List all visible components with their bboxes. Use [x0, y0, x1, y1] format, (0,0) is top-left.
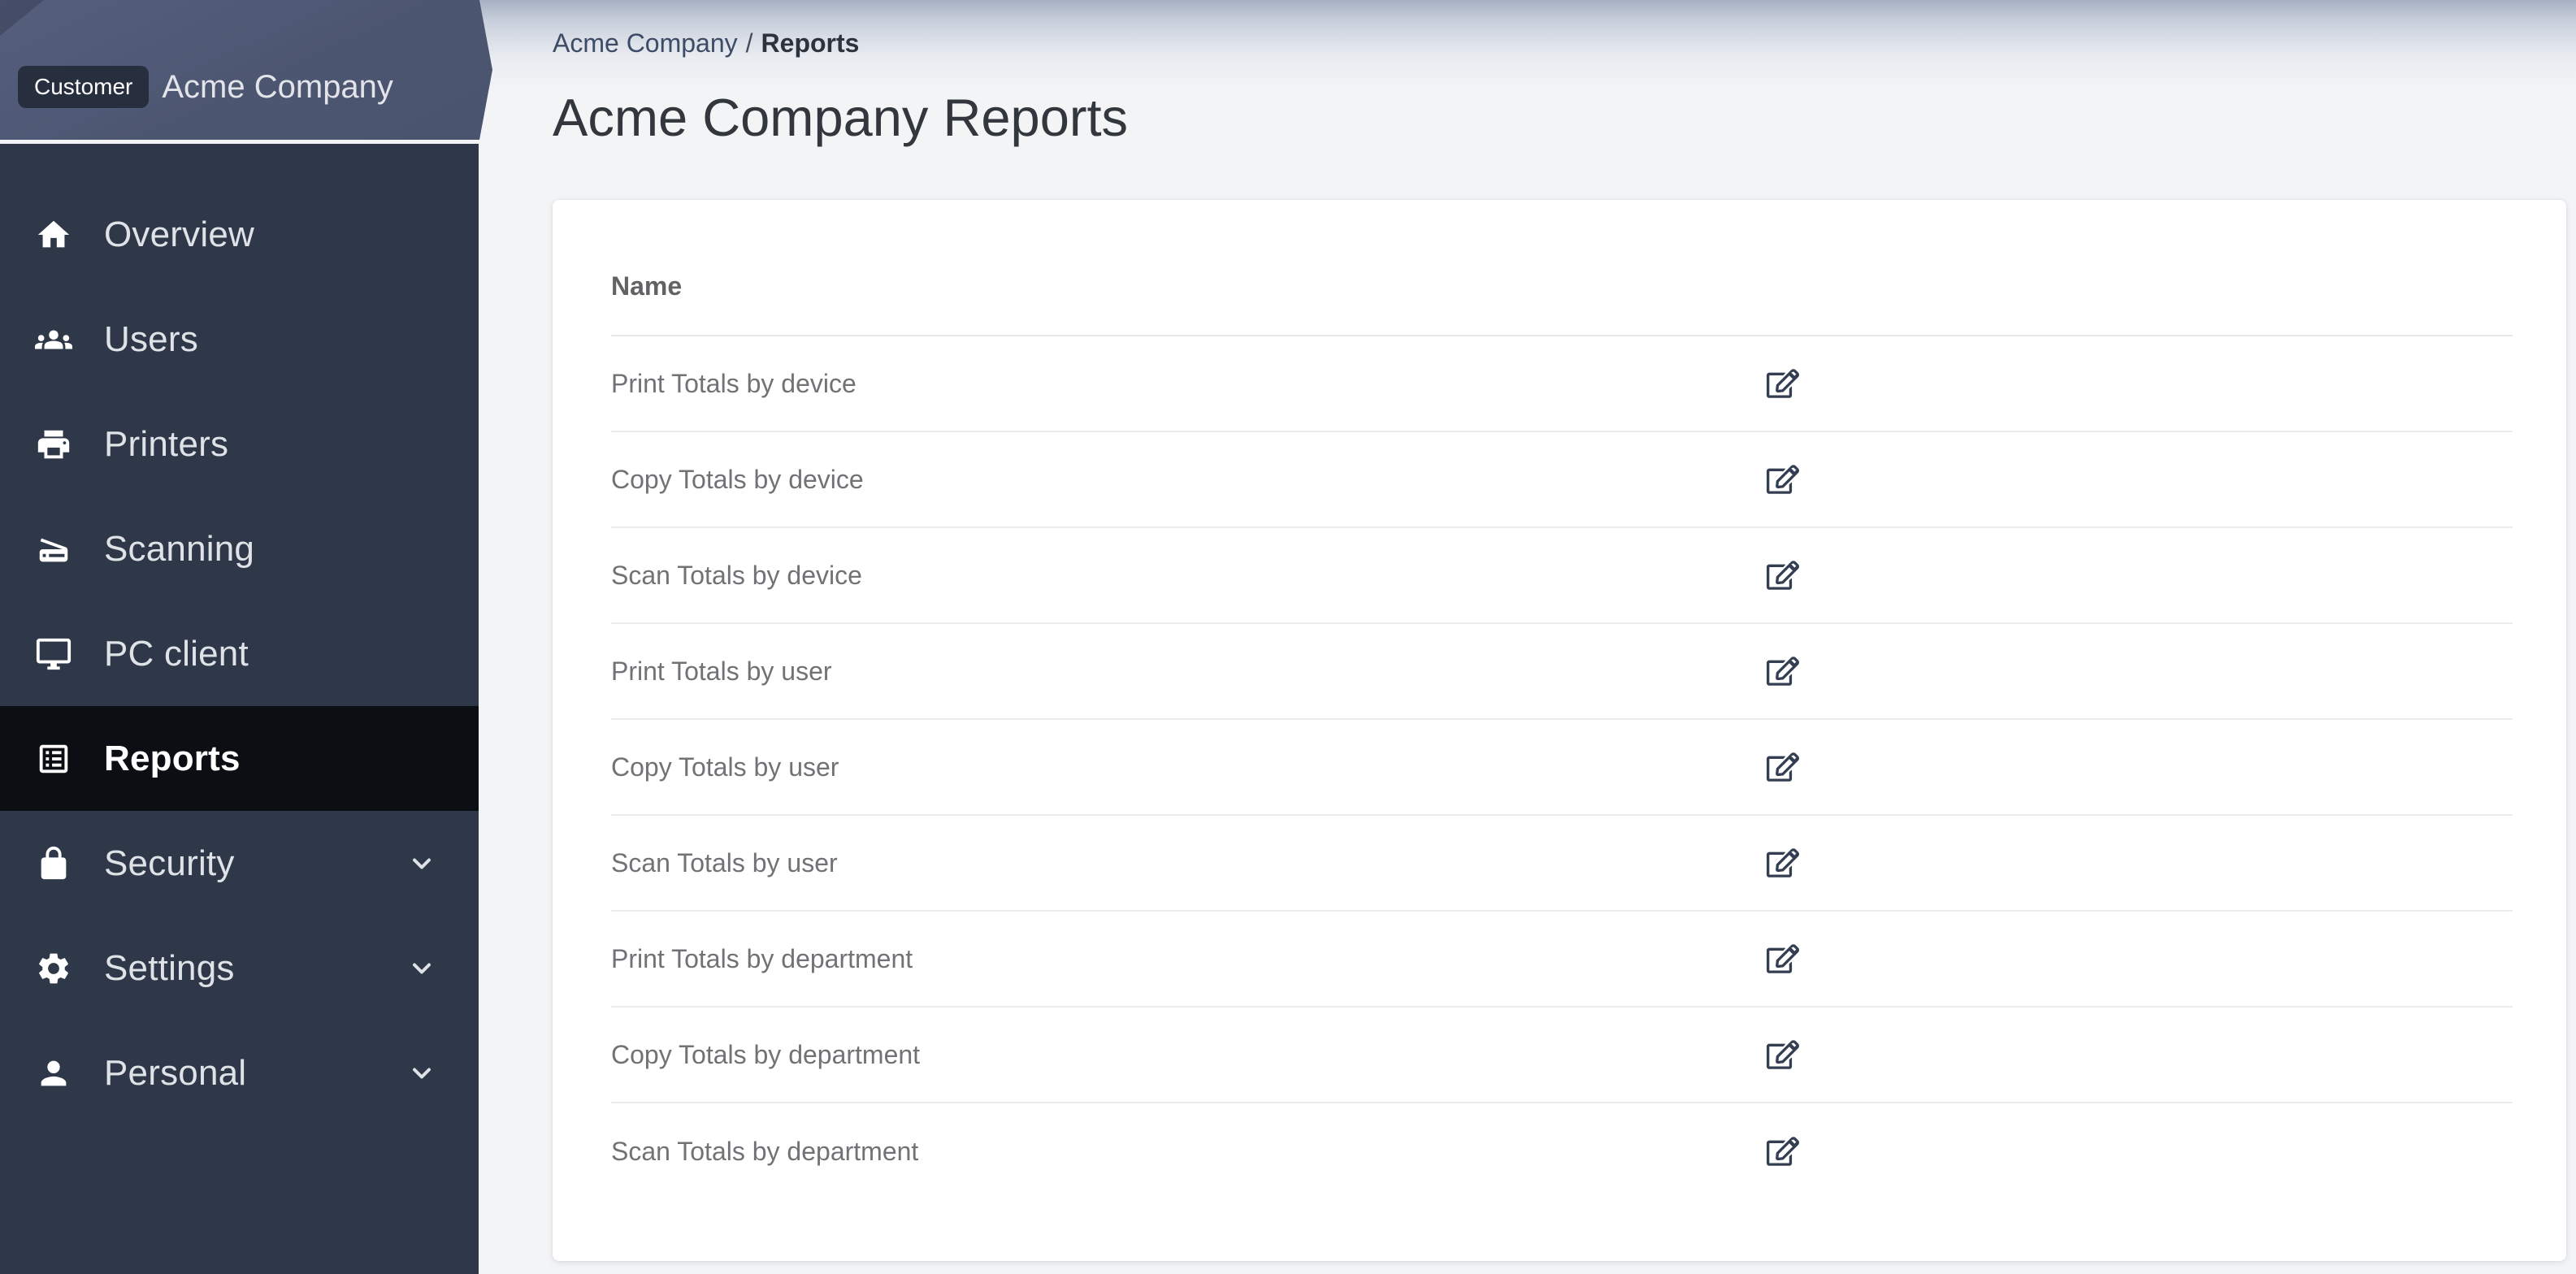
chevron-down-icon — [407, 849, 436, 878]
breadcrumb-current: Reports — [761, 28, 860, 58]
edit-report-button[interactable] — [1763, 1132, 1802, 1171]
table-row: Scan Totals by user — [611, 816, 2513, 912]
report-name: Copy Totals by device — [611, 464, 864, 494]
lock-icon — [35, 845, 72, 882]
sidebar-item-label: Users — [104, 318, 198, 359]
sidebar-item-label: Scanning — [104, 528, 255, 569]
table-header-name: Name — [611, 271, 683, 301]
edit-icon — [1767, 944, 1799, 973]
sidebar-item-settings[interactable]: Settings — [0, 916, 479, 1020]
edit-icon — [1767, 561, 1799, 590]
table-row: Print Totals by department — [611, 912, 2513, 1008]
edit-report-button[interactable] — [1763, 939, 1802, 978]
reports-card: Name Print Totals by device Copy Totals … — [553, 200, 2566, 1261]
banner-fold-decoration — [0, 0, 44, 36]
breadcrumb-link-company[interactable]: Acme Company — [553, 28, 738, 58]
sidebar-item-label: Overview — [104, 214, 254, 254]
sidebar: Customer Acme Company Overview Users Pri… — [0, 0, 492, 1274]
edit-report-button[interactable] — [1763, 460, 1802, 499]
sidebar-item-label: Security — [104, 843, 235, 883]
gear-icon — [35, 950, 72, 987]
edit-icon — [1767, 465, 1799, 494]
sidebar-item-label: Settings — [104, 947, 235, 988]
edit-report-button[interactable] — [1763, 843, 1802, 882]
table-row: Scan Totals by department — [611, 1103, 2513, 1199]
report-name: Print Totals by department — [611, 943, 913, 973]
sidebar-item-reports[interactable]: Reports — [0, 706, 479, 811]
edit-icon — [1767, 1137, 1799, 1166]
customer-banner: Customer Acme Company — [0, 0, 492, 140]
printer-icon — [35, 426, 72, 463]
table-header: Name — [611, 200, 2513, 336]
breadcrumb: Acme Company / Reports — [553, 27, 2566, 59]
sidebar-nav: Overview Users Printers Scanning PC clie — [0, 144, 479, 1274]
report-name: Scan Totals by department — [611, 1136, 919, 1166]
page-title: Acme Company Reports — [553, 88, 1129, 147]
sidebar-item-label: Reports — [104, 738, 241, 778]
reports-icon — [35, 740, 72, 778]
edit-report-button[interactable] — [1763, 1035, 1802, 1074]
edit-icon — [1767, 656, 1799, 686]
sidebar-item-personal[interactable]: Personal — [0, 1020, 479, 1125]
report-name: Print Totals by device — [611, 368, 856, 398]
edit-icon — [1767, 848, 1799, 878]
sidebar-item-pc-client[interactable]: PC client — [0, 601, 479, 706]
report-name: Print Totals by user — [611, 656, 832, 686]
sidebar-item-overview[interactable]: Overview — [0, 182, 479, 287]
table-row: Copy Totals by device — [611, 432, 2513, 528]
customer-badge: Customer — [18, 66, 150, 108]
chevron-down-icon — [407, 1059, 436, 1088]
edit-icon — [1767, 1040, 1799, 1069]
sidebar-item-scanning[interactable]: Scanning — [0, 496, 479, 601]
edit-report-button[interactable] — [1763, 556, 1802, 595]
edit-icon — [1767, 752, 1799, 782]
edit-report-button[interactable] — [1763, 364, 1802, 403]
sidebar-item-label: Personal — [104, 1052, 247, 1093]
home-icon — [35, 216, 72, 254]
table-row: Scan Totals by device — [611, 528, 2513, 624]
report-name: Scan Totals by user — [611, 847, 838, 878]
edit-report-button[interactable] — [1763, 748, 1802, 786]
edit-icon — [1767, 369, 1799, 398]
sidebar-item-label: PC client — [104, 633, 249, 674]
sidebar-item-label: Printers — [104, 423, 229, 464]
sidebar-item-printers[interactable]: Printers — [0, 392, 479, 496]
main-content: Acme Company / Reports Acme Company Report… — [479, 0, 2576, 1274]
report-name: Scan Totals by device — [611, 560, 862, 590]
desktop-icon — [35, 635, 72, 673]
table-row: Print Totals by user — [611, 624, 2513, 720]
users-icon — [35, 321, 72, 358]
person-icon — [35, 1055, 72, 1092]
sidebar-item-users[interactable]: Users — [0, 287, 479, 392]
customer-name: Acme Company — [162, 68, 393, 105]
breadcrumb-separator: / — [745, 28, 753, 58]
table-row: Print Totals by device — [611, 336, 2513, 432]
table-row: Copy Totals by department — [611, 1008, 2513, 1103]
scanner-icon — [35, 531, 72, 568]
report-name: Copy Totals by user — [611, 752, 839, 782]
table-row: Copy Totals by user — [611, 720, 2513, 816]
report-name: Copy Totals by department — [611, 1039, 921, 1069]
edit-report-button[interactable] — [1763, 652, 1802, 691]
sidebar-item-security[interactable]: Security — [0, 811, 479, 916]
chevron-down-icon — [407, 954, 436, 983]
